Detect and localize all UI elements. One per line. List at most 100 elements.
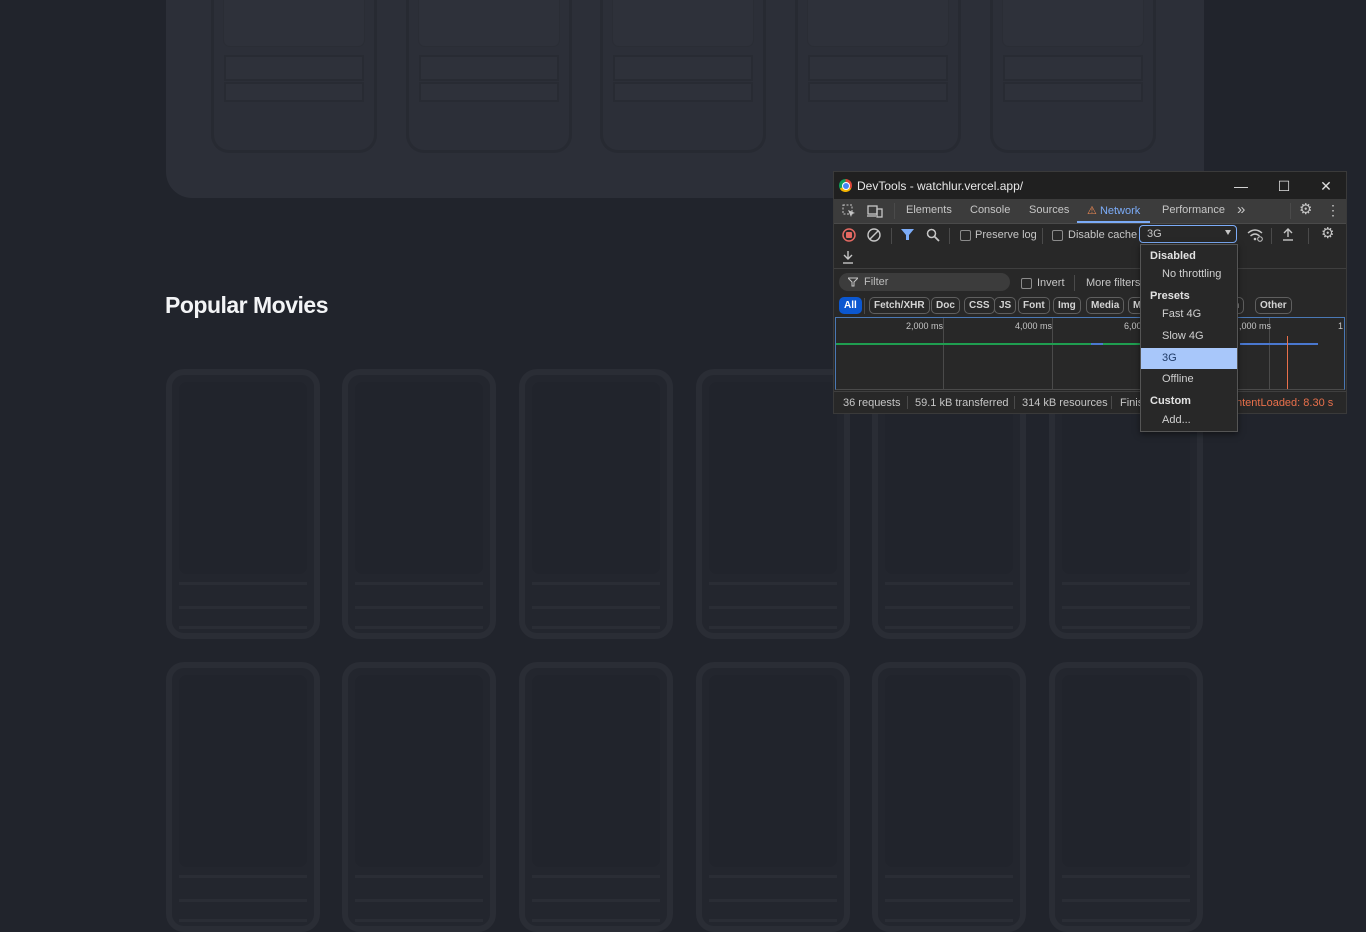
tab-performance[interactable]: Performance [1162, 204, 1225, 216]
close-button[interactable]: ✕ [1313, 176, 1339, 196]
timeline-label: 6,00 [1124, 321, 1142, 331]
filter-row: Filter Invert More filters [834, 272, 1346, 294]
throttling-select[interactable]: 3G [1139, 225, 1237, 243]
filter-funnel-icon [846, 276, 860, 290]
divider [1290, 203, 1291, 219]
chip-css[interactable]: CSS [964, 297, 995, 314]
skeleton-line [224, 55, 364, 81]
skeleton-line [419, 55, 559, 81]
clear-icon[interactable] [867, 228, 881, 245]
timeline-label: 4,000 ms [1015, 321, 1053, 331]
network-overview-timeline[interactable]: 2,000 ms 4,000 ms 6,00 ,000 ms 1 [835, 317, 1345, 390]
tab-sources[interactable]: Sources [1029, 204, 1069, 216]
menu-item-3g[interactable]: 3G [1141, 348, 1237, 369]
skeleton-poster [355, 382, 483, 574]
stop-recording-icon[interactable] [842, 228, 856, 245]
movie-card-skeleton [696, 369, 850, 639]
menu-item-slow-4g[interactable]: Slow 4G [1141, 326, 1237, 347]
skeleton-line [532, 611, 660, 629]
filter-icon[interactable] [901, 228, 914, 244]
device-toolbar-icon[interactable] [867, 204, 883, 221]
tab-network[interactable]: ⚠ Network [1087, 204, 1140, 217]
import-har-icon[interactable] [1281, 227, 1295, 244]
movie-card-skeleton [166, 662, 320, 932]
skeleton-line [885, 875, 1013, 902]
timeline-label: 1 [1338, 321, 1344, 331]
skeleton-poster [532, 675, 660, 867]
menu-item-no-throttling[interactable]: No throttling [1141, 264, 1237, 285]
resources-size: 314 kB resources [1022, 397, 1108, 409]
divider [1271, 228, 1272, 244]
skeleton-line [1003, 82, 1143, 102]
menu-item-offline[interactable]: Offline [1141, 369, 1237, 390]
skeleton-line [419, 82, 559, 102]
hero-card-skeleton [600, 0, 766, 153]
hero-card-skeleton [795, 0, 961, 153]
more-tabs-button[interactable]: » [1237, 201, 1245, 218]
skeleton-line [709, 582, 837, 609]
skeleton-line [1062, 904, 1190, 922]
menu-item-add-custom[interactable]: Add... [1141, 410, 1237, 431]
skeleton-poster [224, 0, 364, 46]
devtools-tabbar: Elements Console Sources ⚠ Network Perfo… [834, 199, 1346, 224]
skeleton-line [179, 611, 307, 629]
inspect-element-icon[interactable] [842, 204, 856, 221]
chip-media[interactable]: Media [1086, 297, 1125, 314]
more-options-icon[interactable]: ⋮ [1326, 203, 1340, 217]
preserve-log-checkbox[interactable] [960, 230, 971, 241]
chip-js[interactable]: JS [994, 297, 1017, 314]
gridline [943, 318, 944, 390]
chip-fetch-xhr[interactable]: Fetch/XHR [869, 297, 930, 314]
export-har-icon[interactable] [841, 250, 855, 267]
divider [894, 203, 895, 219]
search-icon[interactable] [926, 228, 940, 245]
divider [891, 228, 892, 244]
movie-card-skeleton [696, 662, 850, 932]
settings-gear-icon[interactable]: ⚙ [1299, 202, 1312, 217]
skeleton-line [1062, 582, 1190, 609]
skeleton-line [808, 55, 948, 81]
skeleton-line [179, 582, 307, 609]
filter-input[interactable]: Filter [839, 273, 1010, 291]
network-settings-gear-icon[interactable]: ⚙ [1321, 226, 1334, 241]
chip-doc[interactable]: Doc [931, 297, 960, 314]
skeleton-poster [1062, 675, 1190, 867]
skeleton-line [885, 904, 1013, 922]
divider [1074, 275, 1075, 291]
network-conditions-icon[interactable] [1247, 228, 1263, 245]
chip-other[interactable]: Other [1255, 297, 1292, 314]
skeleton-poster [355, 675, 483, 867]
filter-placeholder: Filter [864, 276, 889, 288]
invert-checkbox[interactable] [1021, 278, 1032, 289]
more-filters-button[interactable]: More filters [1086, 277, 1140, 289]
skeleton-line [532, 875, 660, 902]
gridline [1052, 318, 1053, 390]
skeleton-line [1062, 611, 1190, 629]
chip-font[interactable]: Font [1018, 297, 1050, 314]
chip-all[interactable]: All [839, 297, 862, 314]
maximize-button[interactable]: ☐ [1271, 176, 1297, 196]
movie-card-skeleton [519, 369, 673, 639]
movie-card-skeleton [166, 369, 320, 639]
minimize-button[interactable]: — [1228, 176, 1254, 196]
skeleton-poster [808, 0, 948, 46]
resource-type-filters: All Fetch/XHR Doc CSS JS Font Img Media … [834, 296, 1346, 316]
status-bar: 36 requests 59.1 kB transferred 314 kB r… [834, 391, 1346, 414]
menu-item-fast-4g[interactable]: Fast 4G [1141, 304, 1237, 325]
divider [907, 396, 908, 409]
timeline-label: 2,000 ms [906, 321, 944, 331]
timeline-bar-blue [1240, 343, 1318, 345]
skeleton-poster [179, 382, 307, 574]
throttling-value: 3G [1147, 228, 1162, 240]
tab-elements[interactable]: Elements [906, 204, 952, 216]
devtools-titlebar: DevTools - watchlur.vercel.app/ — ☐ ✕ [834, 172, 1346, 199]
skeleton-line [224, 82, 364, 102]
skeleton-poster [1003, 0, 1143, 46]
menu-group-header: Disabled [1150, 250, 1196, 262]
tab-console[interactable]: Console [970, 204, 1010, 216]
disable-cache-checkbox[interactable] [1052, 230, 1063, 241]
disable-cache-label: Disable cache [1068, 229, 1138, 241]
divider [1111, 396, 1112, 409]
chip-img[interactable]: Img [1053, 297, 1081, 314]
divider [949, 228, 950, 244]
